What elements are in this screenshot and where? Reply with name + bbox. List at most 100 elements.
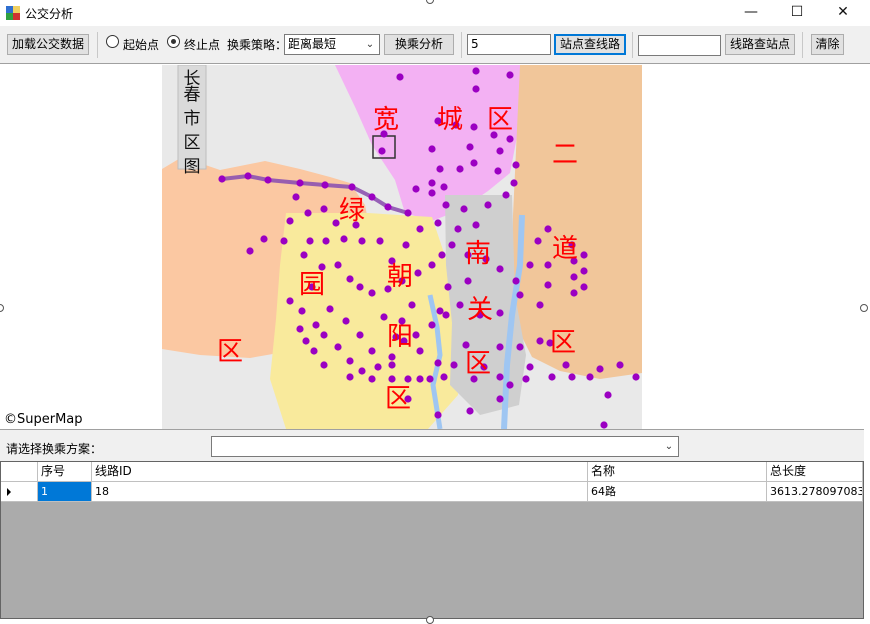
map-view[interactable]: 长春市区图宽城区二绿道园朝南关区阳区区区 ©SuperMap — [0, 65, 864, 429]
bus-stop-point[interactable] — [526, 363, 534, 371]
bus-stop-point[interactable] — [428, 189, 436, 197]
bus-stop-point[interactable] — [548, 373, 556, 381]
bus-stop-point[interactable] — [536, 301, 544, 309]
bus-stop-point[interactable] — [570, 289, 578, 297]
bus-stop-point[interactable] — [286, 217, 294, 225]
bus-stop-point[interactable] — [428, 321, 436, 329]
bus-stop-point[interactable] — [506, 135, 514, 143]
bus-stop-point[interactable] — [246, 247, 254, 255]
bus-stop-point[interactable] — [466, 143, 474, 151]
bus-stop-point[interactable] — [472, 67, 480, 75]
bus-stop-point[interactable] — [384, 203, 392, 211]
bus-stop-point[interactable] — [326, 305, 334, 313]
bus-stop-point[interactable] — [434, 411, 442, 419]
column-header-route-id[interactable]: 线路ID — [92, 462, 588, 482]
bus-stop-point[interactable] — [438, 251, 446, 259]
bus-stop-point[interactable] — [580, 251, 588, 259]
bus-stop-point[interactable] — [462, 341, 470, 349]
bus-stop-point[interactable] — [534, 237, 542, 245]
bus-stop-point[interactable] — [434, 359, 442, 367]
bus-stop-point[interactable] — [412, 331, 420, 339]
bus-stop-point[interactable] — [356, 283, 364, 291]
bus-stop-point[interactable] — [310, 347, 318, 355]
bus-stop-point[interactable] — [604, 391, 612, 399]
bus-stop-point[interactable] — [434, 219, 442, 227]
bus-stop-point[interactable] — [586, 373, 594, 381]
route-query-stops-button[interactable]: 线路查站点 — [725, 34, 795, 55]
bus-stop-point[interactable] — [404, 375, 412, 383]
transfer-analysis-button[interactable]: 换乘分析 — [384, 34, 454, 55]
cell-length[interactable]: 3613.278097083 — [767, 482, 863, 502]
bus-stop-point[interactable] — [414, 269, 422, 277]
bus-stop-point[interactable] — [428, 145, 436, 153]
bus-stop-point[interactable] — [440, 373, 448, 381]
bus-stop-point[interactable] — [450, 361, 458, 369]
bus-stop-point[interactable] — [496, 147, 504, 155]
city-district-map[interactable]: 长春市区图宽城区二绿道园 朝南关区阳区区区 — [0, 65, 864, 429]
row-header[interactable] — [1, 482, 38, 502]
bus-stop-point[interactable] — [426, 375, 434, 383]
bus-stop-point[interactable] — [388, 353, 396, 361]
bus-stop-point[interactable] — [358, 237, 366, 245]
bus-stop-point[interactable] — [596, 365, 604, 373]
bus-stop-point[interactable] — [322, 237, 330, 245]
bus-stop-point[interactable] — [312, 321, 320, 329]
bus-stop-point[interactable] — [380, 313, 388, 321]
clear-button[interactable]: 清除 — [811, 34, 844, 55]
bus-stop-point[interactable] — [616, 361, 624, 369]
cell-name[interactable]: 64路 — [588, 482, 767, 502]
bus-stop-point[interactable] — [568, 373, 576, 381]
bus-stop-point[interactable] — [264, 176, 272, 184]
strategy-select[interactable]: 距离最短 ⌄ — [284, 34, 380, 55]
bus-stop-point[interactable] — [510, 179, 518, 187]
bus-stop-point[interactable] — [466, 407, 474, 415]
bus-stop-point[interactable] — [442, 311, 450, 319]
bus-stop-point[interactable] — [320, 205, 328, 213]
bus-stop-point[interactable] — [348, 183, 356, 191]
bus-stop-point[interactable] — [342, 317, 350, 325]
bus-stop-point[interactable] — [428, 261, 436, 269]
bus-stop-point[interactable] — [470, 123, 478, 131]
bus-stop-point[interactable] — [544, 261, 552, 269]
bus-stop-point[interactable] — [388, 361, 396, 369]
bus-stop-point[interactable] — [456, 301, 464, 309]
bus-stop-point[interactable] — [444, 283, 452, 291]
bus-stop-point[interactable] — [368, 375, 376, 383]
bus-stop-point[interactable] — [580, 267, 588, 275]
bus-stop-point[interactable] — [496, 373, 504, 381]
bus-stop-point[interactable] — [412, 185, 420, 193]
bus-stop-point[interactable] — [260, 235, 268, 243]
bus-stop-point[interactable] — [544, 225, 552, 233]
plan-select[interactable]: ⌄ — [211, 436, 679, 457]
stop-query-routes-button[interactable]: 站点查线路 — [554, 34, 626, 55]
cell-route-id[interactable]: 18 — [92, 482, 588, 502]
end-point-label[interactable]: 终止点 — [184, 36, 220, 53]
resize-handle[interactable] — [860, 304, 868, 312]
bus-stop-point[interactable] — [496, 395, 504, 403]
bus-stop-point[interactable] — [218, 175, 226, 183]
bus-stop-point[interactable] — [570, 273, 578, 281]
bus-stop-point[interactable] — [320, 361, 328, 369]
bus-stop-point[interactable] — [428, 179, 436, 187]
route-id-input[interactable] — [638, 35, 721, 56]
bus-stop-point[interactable] — [442, 201, 450, 209]
bus-stop-point[interactable] — [472, 85, 480, 93]
bus-stop-point[interactable] — [300, 251, 308, 259]
minimize-button[interactable]: — — [728, 0, 774, 26]
bus-stop-point[interactable] — [544, 281, 552, 289]
bus-stop-point[interactable] — [378, 147, 386, 155]
bus-stop-point[interactable] — [464, 277, 472, 285]
bus-stop-point[interactable] — [416, 375, 424, 383]
bus-stop-point[interactable] — [436, 165, 444, 173]
bus-stop-point[interactable] — [358, 367, 366, 375]
bus-stop-point[interactable] — [472, 221, 480, 229]
bus-stop-point[interactable] — [562, 361, 570, 369]
bus-stop-point[interactable] — [496, 343, 504, 351]
bus-stop-point[interactable] — [496, 265, 504, 273]
bus-stop-point[interactable] — [516, 291, 524, 299]
bus-stop-point[interactable] — [334, 261, 342, 269]
bus-stop-point[interactable] — [334, 343, 342, 351]
bus-stop-point[interactable] — [436, 307, 444, 315]
column-header-index[interactable]: 序号 — [38, 462, 92, 482]
resize-handle[interactable] — [426, 616, 434, 624]
